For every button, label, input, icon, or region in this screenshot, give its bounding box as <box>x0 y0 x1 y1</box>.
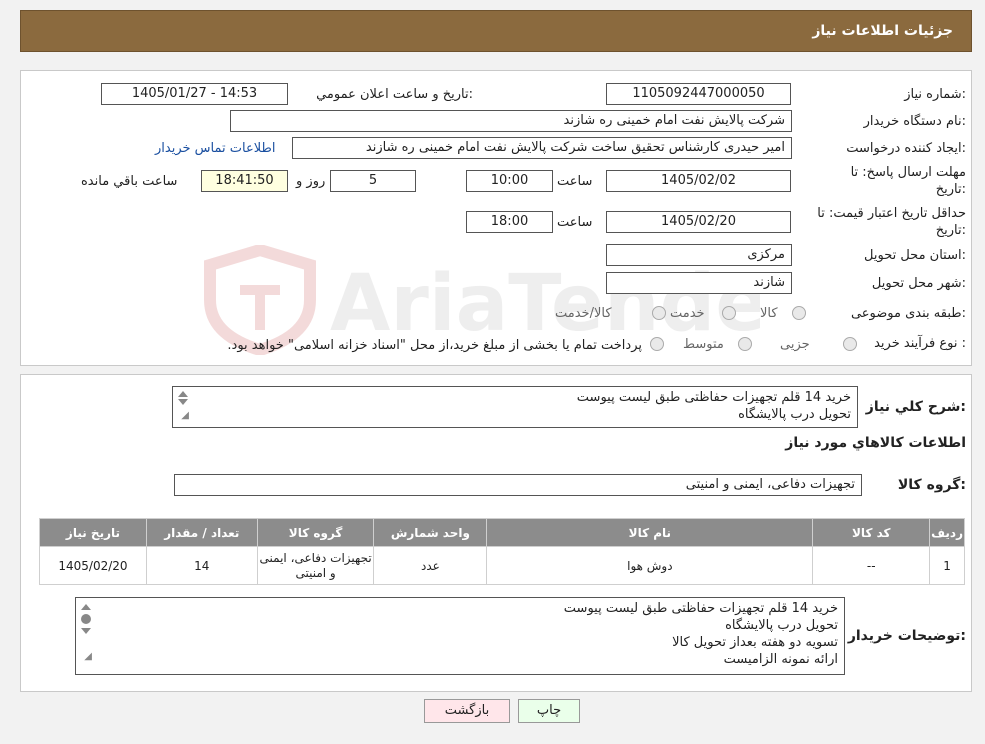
need-number-field: 1105092447000050 <box>606 83 791 105</box>
delivery-province-label: استان محل تحویل: <box>864 248 966 263</box>
scroll-up-icon[interactable] <box>178 391 188 397</box>
price-validity-time-field: 18:00 <box>466 211 553 233</box>
col-goods-code: کد کالا <box>812 518 931 547</box>
goods-info-title: اطلاعات کالاهاي مورد نياز <box>785 435 966 451</box>
col-row-number: رديف <box>929 518 965 547</box>
notes-line-3: تسویه دو هفته بعداز تحویل کالا <box>672 635 838 650</box>
scroll-down-icon[interactable] <box>178 399 188 405</box>
process-treasury-note: پرداخت تمام یا بخشی از مبلغ خرید،از محل … <box>227 338 642 353</box>
category-service-radio[interactable] <box>722 306 736 320</box>
days-remaining-field: 5 <box>330 170 416 192</box>
page-header: جزئیات اطلاعات نیاز <box>20 10 972 52</box>
price-validity-time-label: ساعت <box>557 215 593 230</box>
deadline-time-label: ساعت <box>557 174 593 189</box>
price-validity-label-line2: تاریخ: <box>935 223 966 238</box>
notes-line-1: خرید 14 قلم تجهیزات حفاظتی طبق لیست پیوس… <box>563 601 838 616</box>
need-number-label: شماره نیاز: <box>904 87 966 102</box>
scroll-up-icon[interactable] <box>81 604 91 610</box>
remaining-time-field: 18:41:50 <box>201 170 288 192</box>
notes-scrollbar[interactable]: ◢ <box>80 602 92 665</box>
delivery-city-label: شهر محل تحویل: <box>871 276 966 291</box>
price-validity-date-field: 1405/02/20 <box>606 211 791 233</box>
page-title: جزئیات اطلاعات نیاز <box>812 23 953 39</box>
announce-datetime-label: تاریخ و ساعت اعلان عمومي: <box>316 87 473 102</box>
col-quantity: تعداد / مقدار <box>145 518 258 547</box>
request-creator-field: امیر حیدری کارشناس تحقیق ساخت شرکت پالای… <box>292 137 792 159</box>
delivery-province-field: مرکزی <box>606 244 792 266</box>
buyer-notes-textarea[interactable]: خرید 14 قلم تجهیزات حفاظتی طبق لیست پیوس… <box>75 597 845 675</box>
need-summary-label: شرح کلي نياز: <box>865 399 966 415</box>
goods-group-label: گروه کالا: <box>897 477 966 493</box>
deadline-label-line2: تاریخ: <box>935 182 966 197</box>
cell-goods-group: تجهیزات دفاعی، ایمنی و امنیتی <box>256 546 375 585</box>
remaining-time-label: ساعت باقي مانده <box>81 174 178 189</box>
cell-row-number: 1 <box>929 546 965 585</box>
resize-grip-icon[interactable]: ◢ <box>80 648 92 665</box>
goods-group-field: تجهیزات دفاعی، ایمنی و امنیتی <box>174 474 862 496</box>
category-goods-radio[interactable] <box>792 306 806 320</box>
process-medium-label: متوسط <box>683 337 724 352</box>
need-summary-textarea[interactable]: خرید 14 قلم تجهیزات حفاظتی طبق لیست پیوس… <box>172 386 858 428</box>
summary-line-1: خرید 14 قلم تجهیزات حفاظتی طبق لیست پیوس… <box>576 390 851 405</box>
purchase-process-label: نوع فرآیند خرید : <box>874 336 966 351</box>
request-creator-label: ایجاد کننده درخواست: <box>846 141 966 156</box>
buyer-org-field: شرکت پالایش نفت امام خمینی ره شازند <box>230 110 792 132</box>
process-minor-radio[interactable] <box>843 337 857 351</box>
resize-grip-icon[interactable]: ◢ <box>177 407 189 424</box>
announce-datetime-field: 1405/01/27 - 14:53 <box>101 83 288 105</box>
deadline-label-line1: مهلت ارسال پاسخ: تا <box>850 165 966 180</box>
delivery-city-field: شازند <box>606 272 792 294</box>
summary-scrollbar[interactable]: ◢ <box>177 389 189 424</box>
category-goods-service-radio[interactable] <box>652 306 666 320</box>
notes-line-4: ارائه نمونه الزامیست <box>723 652 838 667</box>
days-label: روز و <box>296 174 326 189</box>
goods-table-wrap: رديف کد کالا نام کالا واحد شمارش گروه کا… <box>39 518 965 585</box>
price-validity-label: حداقل تاريخ اعتبار قیمت: تا تاریخ: <box>817 206 966 238</box>
deadline-label: مهلت ارسال پاسخ: تا تاریخ: <box>851 165 966 197</box>
process-treasury-radio[interactable] <box>650 337 664 351</box>
cell-goods-name: دوش هوا <box>486 546 814 585</box>
process-medium-radio[interactable] <box>738 337 752 351</box>
notes-line-2: تحویل درب پالایشگاه <box>725 618 838 633</box>
buyer-org-label: نام دستگاه خریدار: <box>863 114 966 129</box>
col-need-date: تاریخ نیاز <box>39 518 147 547</box>
table-header-row: رديف کد کالا نام کالا واحد شمارش گروه کا… <box>39 518 965 547</box>
subject-category-label: طبقه بندی موضوعی: <box>850 306 966 321</box>
col-unit: واحد شمارش <box>373 518 488 547</box>
summary-line-2: تحویل درب پالایشگاه <box>738 407 851 422</box>
buyer-notes-label: توضیحات خریدار: <box>847 628 966 644</box>
category-goods-service-label: کالا/خدمت <box>555 306 612 321</box>
cell-unit: عدد <box>373 546 488 585</box>
price-validity-label-line1: حداقل تاريخ اعتبار قیمت: تا <box>817 206 966 221</box>
category-service-label: خدمت <box>670 306 705 321</box>
goods-table: رديف کد کالا نام کالا واحد شمارش گروه کا… <box>39 518 965 585</box>
back-button[interactable]: بازگشت <box>424 699 510 723</box>
cell-quantity: 14 <box>145 546 258 585</box>
col-goods-group: گروه کالا <box>256 518 375 547</box>
category-goods-label: کالا <box>760 306 778 321</box>
table-row: 1 -- دوش هوا عدد تجهیزات دفاعی، ایمنی و … <box>39 546 965 585</box>
buyer-contact-link[interactable]: اطلاعات تماس خریدار <box>155 141 275 156</box>
scroll-thumb[interactable] <box>81 614 91 624</box>
process-minor-label: جزیی <box>780 337 810 352</box>
cell-goods-code: -- <box>812 546 931 585</box>
scroll-down-icon[interactable] <box>81 628 91 634</box>
deadline-time-field: 10:00 <box>466 170 553 192</box>
deadline-date-field: 1405/02/02 <box>606 170 791 192</box>
col-goods-name: نام کالا <box>486 518 814 547</box>
print-button[interactable]: چاپ <box>518 699 580 723</box>
cell-need-date: 1405/02/20 <box>39 546 147 585</box>
